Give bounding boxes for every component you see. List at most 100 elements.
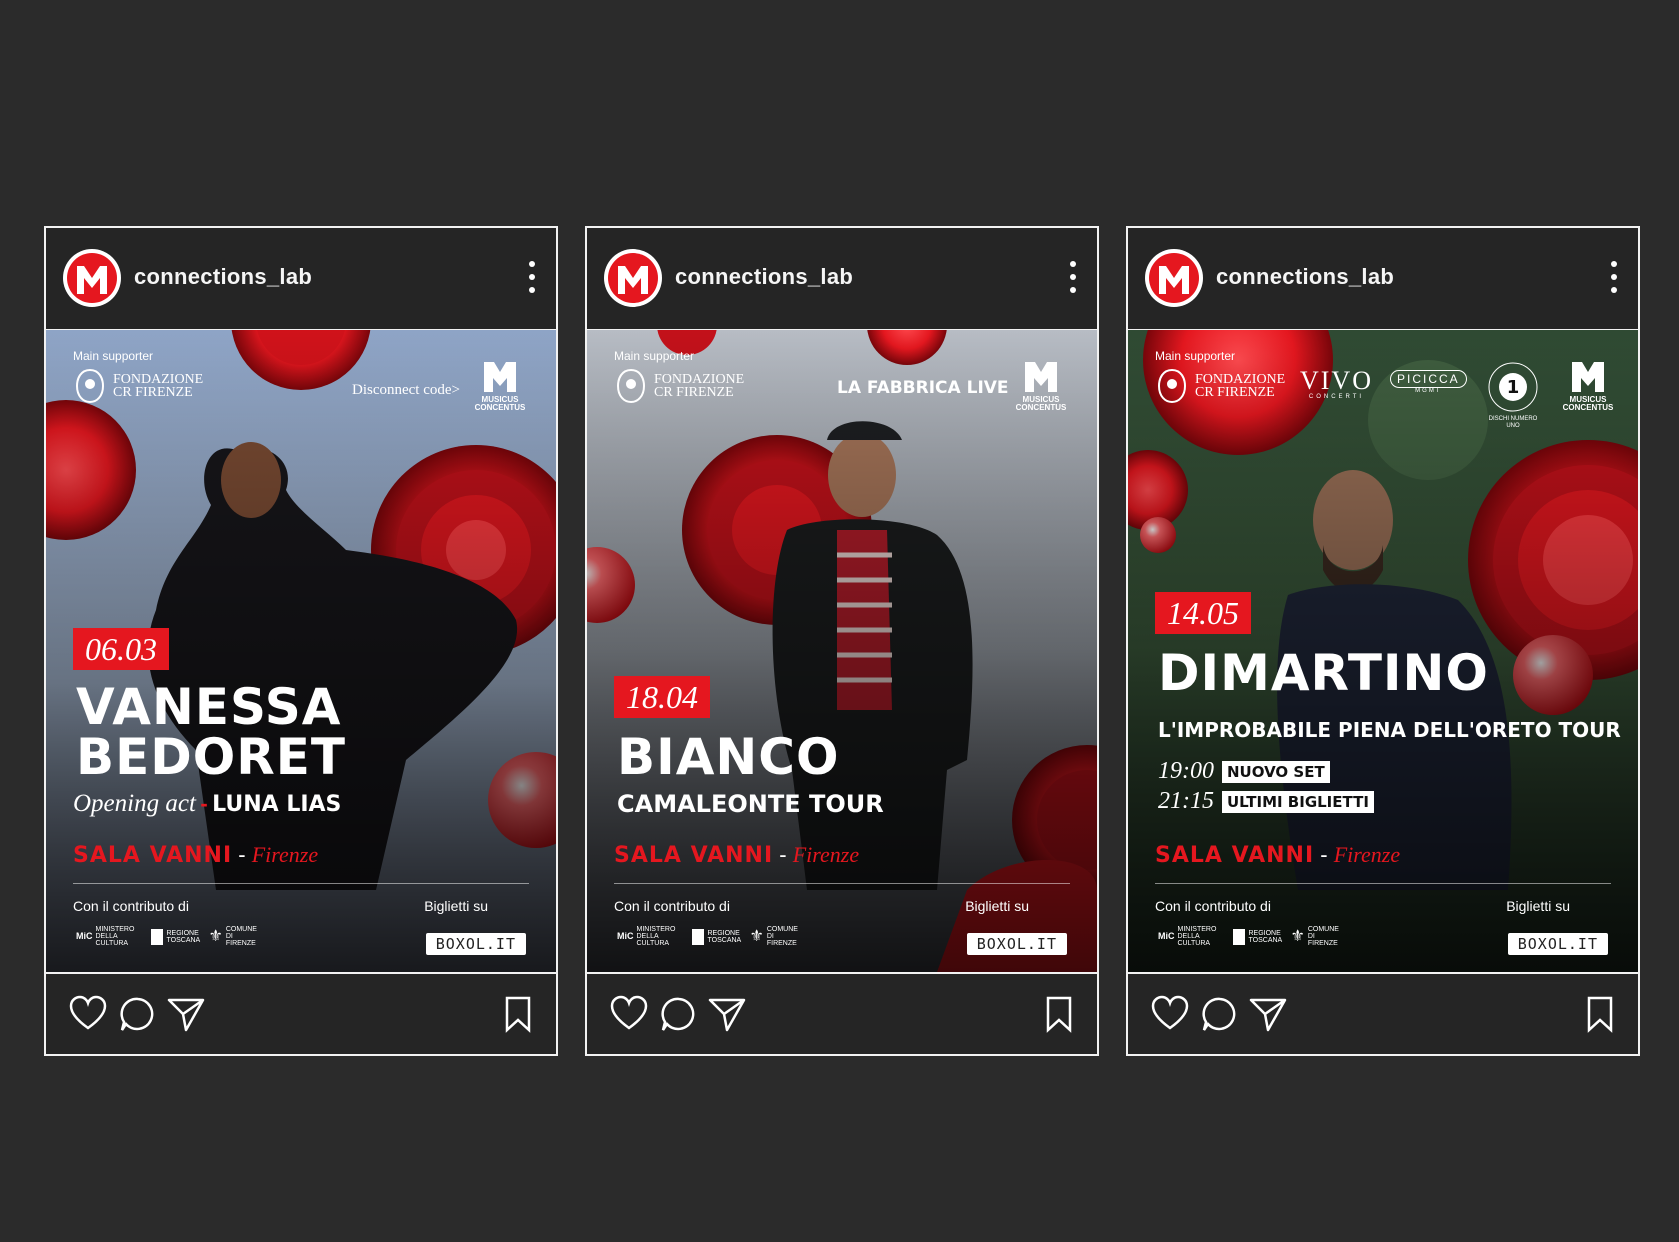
musicus-icon — [484, 362, 516, 392]
ministero-logo: MiC MINISTERO DELLA CULTURA — [617, 926, 676, 947]
contribution-label: Con il contributo di — [614, 898, 730, 914]
dischi-icon: 1 — [1488, 362, 1538, 412]
comment-icon[interactable] — [1200, 994, 1240, 1034]
fondazione-crest-icon — [616, 368, 646, 404]
avatar[interactable] — [1144, 248, 1204, 308]
bookmark-icon[interactable] — [1039, 994, 1079, 1034]
bookmark-icon[interactable] — [1580, 994, 1620, 1034]
boxol-logo: BOXOL.IT — [1507, 933, 1608, 955]
main-supporter-label: Main supporter — [614, 349, 695, 363]
venue: SALA VANNI - Firenze — [614, 842, 859, 868]
fondazione-city: CR FIRENZE — [113, 385, 193, 400]
avatar[interactable] — [62, 248, 122, 308]
post-card: connections_lab Main supporter FONDAZION… — [1126, 226, 1640, 1056]
tickets-label: Biglietti su — [1506, 898, 1570, 914]
post-actions — [1128, 972, 1638, 1054]
event-date: 06.03 — [73, 628, 169, 670]
share-icon[interactable] — [166, 994, 206, 1034]
ministero-logo: MiC MINISTERO DELLA CULTURA — [76, 926, 135, 947]
divider — [1155, 883, 1611, 884]
showtime-2-time: 21:15 — [1158, 788, 1214, 814]
share-icon[interactable] — [707, 994, 747, 1034]
post-image[interactable]: Main supporter FONDAZIONE CR FIRENZE Disc… — [46, 330, 556, 972]
showtime-2-badge: ULTIMI BIGLIETTI — [1222, 790, 1374, 813]
post-header: connections_lab — [587, 228, 1097, 331]
fondazione-crest-icon — [75, 368, 105, 404]
username[interactable]: connections_lab — [675, 264, 853, 290]
musicus-concentus-logo: MUSICUS CONCENTUS — [1558, 360, 1618, 412]
venue-separator: - — [238, 842, 246, 867]
share-icon[interactable] — [1248, 994, 1288, 1034]
more-options-icon[interactable] — [522, 258, 542, 296]
fondazione-city: CR FIRENZE — [654, 385, 734, 400]
poster-artwork — [587, 330, 1097, 972]
username[interactable]: connections_lab — [134, 264, 312, 290]
sponsor-logos: MiC MINISTERO DELLA CULTURA REGIONE TOSCA… — [1158, 926, 1342, 947]
main-supporter-label: Main supporter — [73, 349, 154, 363]
venue-city: Firenze — [251, 842, 319, 867]
heart-icon[interactable] — [609, 994, 649, 1034]
username[interactable]: connections_lab — [1216, 264, 1394, 290]
opening-act-label: Opening act — [73, 790, 196, 817]
svg-text:1: 1 — [1507, 377, 1520, 398]
tour-name: CAMALEONTE TOUR — [617, 790, 884, 818]
main-supporter-label: Main supporter — [1155, 349, 1236, 363]
opening-act-artist: LUNA LIAS — [212, 792, 342, 817]
post-header: connections_lab — [1128, 228, 1638, 331]
fondazione-logo: FONDAZIONE CR FIRENZE — [614, 368, 744, 404]
ministero-logo: MiC MINISTERO DELLA CULTURA — [1158, 926, 1217, 947]
picicca-logo: PICICCA MGMT — [1390, 370, 1467, 394]
venue-city: Firenze — [1333, 842, 1401, 867]
artist-name: DIMARTINO — [1158, 644, 1489, 702]
venue-separator: - — [1320, 842, 1328, 867]
fondazione-logo: FONDAZIONE CR FIRENZE — [73, 368, 203, 404]
partner-logo: LA FABBRICA LIVE — [837, 378, 1009, 398]
venue-name: SALA VANNI — [1155, 843, 1315, 868]
more-options-icon[interactable] — [1604, 258, 1624, 296]
event-date: 18.04 — [614, 676, 710, 718]
heart-icon[interactable] — [1150, 994, 1190, 1034]
divider — [73, 883, 529, 884]
post-actions — [46, 972, 556, 1054]
artist-name-line2: BEDORET — [76, 728, 347, 786]
tour-name: L'IMPROBABILE PIENA DELL'ORETO TOUR — [1158, 718, 1621, 742]
artist-name-line1: VANESSA — [76, 678, 342, 736]
venue-separator: - — [779, 842, 787, 867]
musicus-concentus-logo: MUSICUS CONCENTUS — [1011, 360, 1071, 412]
venue-city: Firenze — [792, 842, 860, 867]
venue: SALA VANNI - Firenze — [73, 842, 318, 868]
partner-logo: Disconnect code> — [352, 382, 461, 398]
event-date: 14.05 — [1155, 592, 1251, 634]
vivo-logo: VIVO CONCERTI — [1300, 366, 1373, 401]
boxol-logo: BOXOL.IT — [425, 933, 526, 955]
fondazione-logo: FONDAZIONE CR FIRENZE — [1155, 368, 1285, 404]
musicus-concentus-logo: MUSICUS CONCENTUS — [470, 360, 530, 412]
regione-logo: REGIONE TOSCANA — [150, 928, 200, 946]
fondazione-crest-icon — [1157, 368, 1187, 404]
opening-act: Opening act - LUNA LIAS — [73, 790, 342, 817]
boxol-logo: BOXOL.IT — [966, 933, 1067, 955]
showtime-1: 19:00 NUOVO SET — [1158, 758, 1330, 785]
musicus-icon — [1025, 362, 1057, 392]
fondazione-city: CR FIRENZE — [1195, 385, 1275, 400]
venue-name: SALA VANNI — [614, 843, 774, 868]
post-image[interactable]: Main supporter FONDAZIONE CR FIRENZE LA F… — [587, 330, 1097, 972]
post-header: connections_lab — [46, 228, 556, 331]
post-actions — [587, 972, 1097, 1054]
venue-name: SALA VANNI — [73, 843, 233, 868]
bookmark-icon[interactable] — [498, 994, 538, 1034]
comment-icon[interactable] — [118, 994, 158, 1034]
dischi-numero-uno-logo: 1 DISCHI NUMERO UNO — [1486, 360, 1540, 429]
comune-logo: ⚜ COMUNE DI FIRENZE — [749, 926, 798, 947]
tickets-label: Biglietti su — [424, 898, 488, 914]
avatar[interactable] — [603, 248, 663, 308]
sponsor-logos: MiC MINISTERO DELLA CULTURA REGIONE TOSCA… — [617, 926, 801, 947]
venue: SALA VANNI - Firenze — [1155, 842, 1400, 868]
post-card: connections_lab Main supporter FONDAZION… — [585, 226, 1099, 1056]
heart-icon[interactable] — [68, 994, 108, 1034]
contribution-label: Con il contributo di — [73, 898, 189, 914]
comment-icon[interactable] — [659, 994, 699, 1034]
regione-logo: REGIONE TOSCANA — [1232, 928, 1282, 946]
more-options-icon[interactable] — [1063, 258, 1083, 296]
post-image[interactable]: Main supporter FONDAZIONE CR FIRENZE VIVO… — [1128, 330, 1638, 972]
